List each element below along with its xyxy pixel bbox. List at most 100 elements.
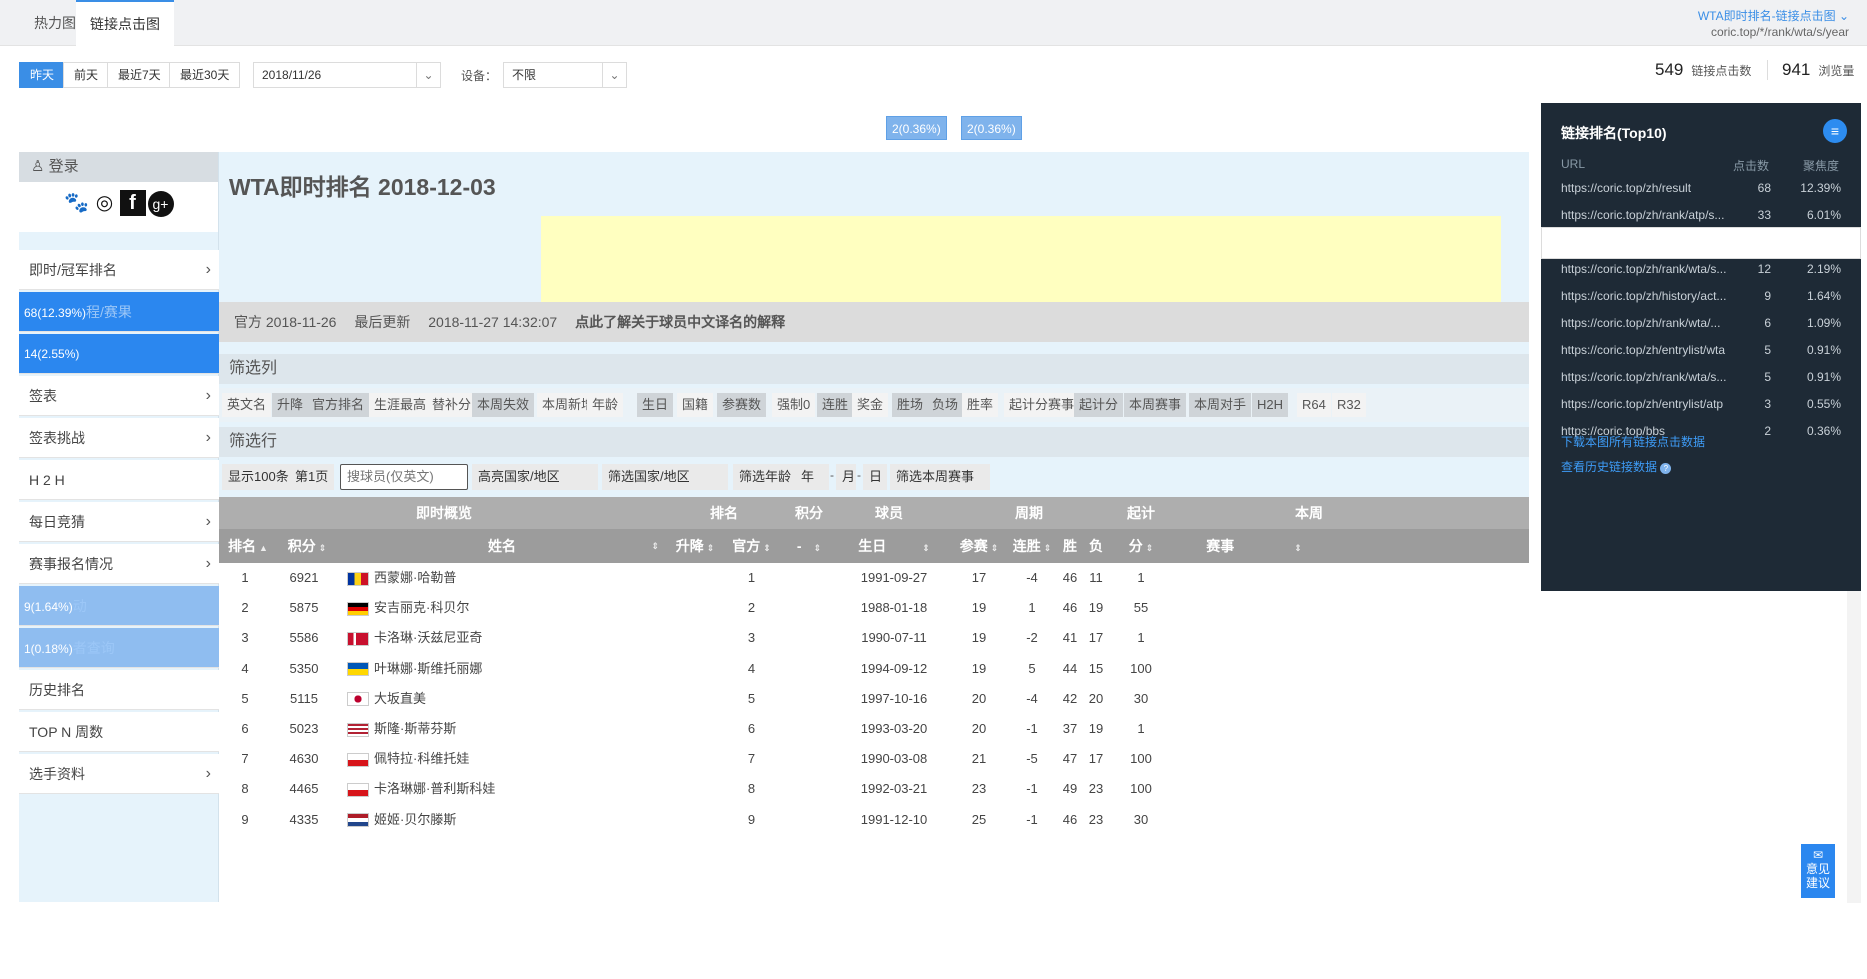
- range-7days-button[interactable]: 最近7天: [107, 62, 172, 88]
- year-input[interactable]: 年: [795, 464, 829, 490]
- sidebar-item-history[interactable]: 历史排名: [19, 670, 219, 710]
- table-row[interactable]: 1 6921 1 1991-09-27 17 -4 46 11 1 西蒙娜·哈勒普: [219, 563, 1529, 593]
- sidebar-item-entries[interactable]: 赛事报名情况 ›: [19, 544, 219, 584]
- tab-link-click[interactable]: 链接点击图: [76, 0, 174, 46]
- col-header-dash[interactable]: - ⇕: [784, 529, 834, 563]
- list-icon[interactable]: ≡: [1823, 119, 1847, 143]
- date-select[interactable]: 2018/11/26 ⌄: [253, 62, 441, 88]
- cell-name[interactable]: 大坂直美: [347, 684, 667, 714]
- table-row[interactable]: 2 5875 2 1988-01-18 19 1 46 19 55 安吉丽克·科贝尔: [219, 593, 1529, 623]
- cell-name[interactable]: 卡洛琳·沃兹尼亚奇: [347, 623, 667, 653]
- filter-country-select[interactable]: 筛选国家/地区: [602, 464, 728, 490]
- login-bar[interactable]: ♙ 登录: [19, 152, 218, 182]
- col-header-name[interactable]: 姓名 ⇕: [337, 529, 667, 563]
- cell-name[interactable]: 斯隆·斯蒂芬斯: [347, 714, 667, 744]
- col-header-wins[interactable]: 胜: [1059, 529, 1081, 563]
- column-filter-chip[interactable]: 年龄: [587, 393, 624, 417]
- table-row[interactable]: 8 4465 8 1992-03-21 23 -1 49 23 100 卡洛琳娜·普利斯科娃: [219, 774, 1529, 804]
- col-header-tournament[interactable]: 赛事 ⇕: [1179, 529, 1329, 563]
- column-filter-chip[interactable]: 英文名: [222, 393, 272, 417]
- column-filter-chip[interactable]: 本周赛事: [1124, 393, 1187, 417]
- column-filter-chip[interactable]: R32: [1332, 393, 1366, 417]
- cell-name[interactable]: 卡洛琳娜·普利斯科娃: [347, 774, 667, 804]
- sidebar-item-calendar[interactable]: 14(2.55%): [19, 334, 219, 374]
- player-name[interactable]: 安吉丽克·科贝尔: [374, 600, 469, 615]
- filter-week-button[interactable]: 筛选本周赛事: [890, 464, 990, 490]
- column-filter-chip[interactable]: 强制0: [772, 393, 816, 417]
- column-filter-chip[interactable]: 替补分: [427, 393, 477, 417]
- sidebar-item-h2h[interactable]: H 2 H: [19, 460, 219, 500]
- help-icon[interactable]: ?: [1660, 463, 1672, 474]
- cell-name[interactable]: 叶琳娜·斯维托丽娜: [347, 654, 667, 684]
- column-filter-chip[interactable]: 官方排名: [307, 393, 370, 417]
- month-input[interactable]: 月: [836, 464, 856, 490]
- player-search-input[interactable]: [340, 464, 468, 490]
- sidebar-item-draw-challenge[interactable]: 签表挑战 ›: [19, 418, 219, 458]
- player-name[interactable]: 斯隆·斯蒂芬斯: [374, 721, 456, 736]
- column-filter-chip[interactable]: 胜率: [962, 393, 999, 417]
- column-filter-chip[interactable]: 升降: [272, 393, 309, 417]
- column-filter-chip[interactable]: 起计分: [1074, 393, 1124, 417]
- cell-name[interactable]: 佩特拉·科维托娃: [347, 744, 667, 774]
- chevron-down-icon[interactable]: ⌄: [602, 63, 626, 87]
- col-header-points[interactable]: 积分 ⇕: [277, 529, 337, 563]
- highlight-country-select[interactable]: 高亮国家/地区: [472, 464, 598, 490]
- table-row[interactable]: 7 4630 7 1990-03-08 21 -5 47 17 100 佩特拉·科维托娃: [219, 744, 1529, 774]
- column-filter-chip[interactable]: 胜场: [892, 393, 929, 417]
- player-name[interactable]: 西蒙娜·哈勒普: [374, 570, 456, 585]
- col-header-events[interactable]: 参赛 ⇕: [957, 529, 1001, 563]
- sidebar-item-player-search[interactable]: 1(0.18%)者查询: [19, 628, 219, 668]
- table-row[interactable]: 6 5023 6 1993-03-20 20 -1 37 19 1 斯隆·斯蒂芬斯: [219, 714, 1529, 744]
- table-row[interactable]: 3 5586 3 1990-07-11 19 -2 41 17 1 卡洛琳·沃兹尼亚奇: [219, 623, 1529, 653]
- facebook-icon[interactable]: f: [119, 190, 146, 216]
- weibo-icon[interactable]: ◎: [92, 190, 118, 216]
- column-filter-chip[interactable]: 奖金: [852, 393, 889, 417]
- col-header-official[interactable]: 官方 ⇕: [724, 529, 779, 563]
- player-name[interactable]: 姬姬·贝尔滕斯: [374, 812, 456, 827]
- player-name[interactable]: 卡洛琳娜·普利斯科娃: [374, 781, 495, 796]
- column-filter-chip[interactable]: 生日: [637, 393, 674, 417]
- table-row[interactable]: 5 5115 5 1997-10-16 20 -4 42 20 30 大坂直美: [219, 684, 1529, 714]
- history-data-link[interactable]: 查看历史链接数据 ?: [1561, 458, 1672, 475]
- range-yesterday-button[interactable]: 昨天: [19, 62, 66, 88]
- google-plus-icon[interactable]: g+: [147, 191, 174, 217]
- column-filter-chip[interactable]: 国籍: [677, 393, 714, 417]
- page-header[interactable]: WTA即时排名-链接点击图 ⌄ coric.top/*/rank/wta/s/y…: [1698, 8, 1849, 40]
- click-badge[interactable]: 2(0.36%): [886, 116, 947, 140]
- sidebar-item-players[interactable]: 选手资料 ›: [19, 754, 219, 794]
- column-filter-chip[interactable]: 本周对手: [1189, 393, 1252, 417]
- column-filter-chip[interactable]: 生涯最高: [369, 393, 432, 417]
- download-data-link[interactable]: 下载本图所有链接点击数据: [1561, 433, 1705, 450]
- chevron-down-icon[interactable]: ⌄: [416, 63, 440, 87]
- column-filter-chip[interactable]: 起计分赛事: [1004, 393, 1080, 417]
- range-30days-button[interactable]: 最近30天: [169, 62, 241, 88]
- cell-name[interactable]: 姬姬·贝尔滕斯: [347, 805, 667, 835]
- column-filter-chip[interactable]: R64: [1297, 393, 1331, 417]
- sidebar-item-results[interactable]: 68(12.39%)程/赛果: [19, 292, 219, 332]
- sidebar-item-activity[interactable]: 9(1.64%)动: [19, 586, 219, 626]
- player-name[interactable]: 卡洛琳·沃兹尼亚奇: [374, 630, 482, 645]
- col-header-rank[interactable]: 排名 ▲: [219, 529, 277, 563]
- column-filter-chip[interactable]: 负场: [927, 393, 964, 417]
- col-header-change[interactable]: 升降 ⇕: [669, 529, 721, 563]
- device-select[interactable]: 不限 ⌄: [503, 62, 627, 88]
- table-row[interactable]: 4 5350 4 1994-09-12 19 5 44 15 100 叶琳娜·斯维托丽娜: [219, 654, 1529, 684]
- range-day-before-button[interactable]: 前天: [63, 62, 110, 88]
- player-name[interactable]: 大坂直美: [374, 691, 426, 706]
- col-header-losses[interactable]: 负: [1081, 529, 1111, 563]
- feedback-button[interactable]: ✉ 意见建议: [1801, 844, 1835, 898]
- click-badge[interactable]: 2(0.36%): [961, 116, 1022, 140]
- col-header-streak[interactable]: 连胜 ⇕: [1009, 529, 1055, 563]
- sidebar-item-topn[interactable]: TOP N 周数: [19, 712, 219, 752]
- col-header-dob[interactable]: 生日 ⇕: [839, 529, 949, 563]
- player-name[interactable]: 佩特拉·科维托娃: [374, 751, 469, 766]
- sidebar-item-draws[interactable]: 签表 ›: [19, 376, 219, 416]
- column-filter-chip[interactable]: 本周失效: [472, 393, 535, 417]
- cell-name[interactable]: 西蒙娜·哈勒普: [347, 563, 667, 593]
- column-filter-chip[interactable]: 参赛数: [717, 393, 767, 417]
- sidebar-item-rankings[interactable]: 即时/冠军排名 ›: [19, 250, 219, 290]
- sidebar-item-daily-quiz[interactable]: 每日竞猜 ›: [19, 502, 219, 542]
- name-explain-link[interactable]: 点此了解关于球员中文译名的解释: [575, 314, 785, 330]
- column-filter-chip[interactable]: H2H: [1252, 393, 1289, 417]
- column-filter-chip[interactable]: 连胜: [817, 393, 854, 417]
